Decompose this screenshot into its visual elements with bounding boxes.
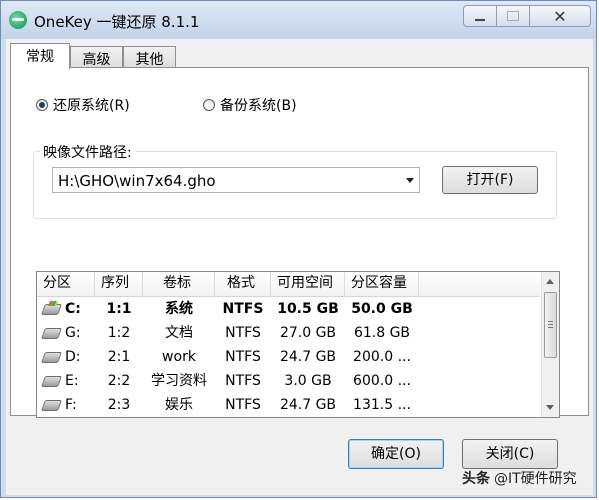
capacity-cell: 61.8 GB xyxy=(353,325,411,341)
grip-line xyxy=(548,327,553,328)
capacity-cell: 131.5 ... xyxy=(353,397,411,413)
partition-row[interactable]: G: 1:2 文档 NTFS 27.0 GB 61.8 GB xyxy=(37,321,540,345)
drive-icon xyxy=(40,375,63,387)
vertical-scrollbar[interactable] xyxy=(541,272,559,417)
col-header-partition[interactable]: 分区 xyxy=(37,272,95,296)
sequence-cell: 1:1 xyxy=(106,301,132,317)
sequence-cell: 2:2 xyxy=(107,373,131,389)
restore-system-radio[interactable]: 还原系统(R) xyxy=(36,95,130,115)
close-window-button[interactable]: ✕ xyxy=(529,5,591,27)
app-icon xyxy=(9,11,27,29)
grip-line xyxy=(548,324,553,325)
col-header-label[interactable]: 卷标 xyxy=(143,272,215,296)
col-header-free-space[interactable]: 可用空间 xyxy=(271,272,345,296)
partition-list-header: 分区 序列 卷标 格式 可用空间 分区容量 xyxy=(37,272,540,297)
maximize-button[interactable] xyxy=(496,5,530,27)
col-header-capacity[interactable]: 分区容量 xyxy=(345,272,419,296)
ok-button[interactable]: 确定(O) xyxy=(348,439,444,469)
minimize-button[interactable] xyxy=(463,5,497,27)
window-title: OneKey 一键还原 8.1.1 xyxy=(34,13,200,31)
backup-system-label: 备份系统(B) xyxy=(220,98,297,114)
format-cell: NTFS xyxy=(225,397,261,413)
image-path-combobox[interactable]: H:\GHO\win7x64.gho xyxy=(52,167,420,193)
scroll-up-arrow-icon[interactable] xyxy=(546,279,554,284)
format-cell: NTFS xyxy=(222,301,264,317)
partition-cell: E: xyxy=(37,369,95,393)
tab-general[interactable]: 常规 xyxy=(10,43,70,69)
format-cell: NTFS xyxy=(225,373,261,389)
format-cell: NTFS xyxy=(225,325,261,341)
partition-letter: E: xyxy=(65,373,79,389)
free-space-cell: 3.0 GB xyxy=(284,373,332,389)
close-icon: ✕ xyxy=(553,6,567,26)
format-cell: NTFS xyxy=(225,349,261,365)
general-tab-panel: 还原系统(R) 备份系统(B) 映像文件路径: H:\GHO\win7x64.g… xyxy=(10,67,589,418)
col-header-sequence[interactable]: 序列 xyxy=(95,272,143,296)
free-space-cell: 10.5 GB xyxy=(277,301,339,317)
dropdown-arrow-icon[interactable] xyxy=(406,178,414,183)
image-path-value: H:\GHO\win7x64.gho xyxy=(58,172,216,190)
capacity-cell: 200.0 ... xyxy=(353,349,411,365)
backup-system-radio[interactable]: 备份系统(B) xyxy=(203,95,297,115)
image-path-legend: 映像文件路径: xyxy=(40,142,135,162)
title-bar[interactable]: OneKey 一键还原 8.1.1 ✕ xyxy=(1,1,596,39)
col-header-format[interactable]: 格式 xyxy=(215,272,271,296)
partition-cell: C: xyxy=(37,297,95,321)
scrollbar-thumb[interactable] xyxy=(544,292,557,358)
maximize-icon xyxy=(507,11,519,21)
onekey-window: OneKey 一键还原 8.1.1 ✕ 常规 高级 其他 还原系统(R) 备份系… xyxy=(0,0,597,498)
radio-selected-icon xyxy=(36,99,48,111)
partition-row[interactable]: D: 2:1 work NTFS 24.7 GB 200.0 ... xyxy=(37,345,540,369)
drive-icon xyxy=(40,351,63,363)
capacity-cell: 600.0 ... xyxy=(353,373,411,389)
partition-cell: G: xyxy=(37,321,95,345)
partition-letter: G: xyxy=(65,325,81,341)
watermark: 头条 @IT硬件研究 xyxy=(462,468,577,488)
image-path-group: 映像文件路径: H:\GHO\win7x64.gho 打开(F) xyxy=(33,142,557,219)
free-space-cell: 24.7 GB xyxy=(279,349,337,365)
partition-letter: D: xyxy=(65,349,81,365)
open-file-button[interactable]: 打开(F) xyxy=(442,166,538,194)
partition-cell: F: xyxy=(37,393,95,417)
dialog-client-area: 常规 高级 其他 还原系统(R) 备份系统(B) 映像文件路径: H:\GHO\… xyxy=(6,39,593,495)
drive-icon xyxy=(40,327,63,339)
partition-row[interactable]: F: 2:3 娱乐 NTFS 24.7 GB 131.5 ... xyxy=(37,393,540,417)
partition-letter: C: xyxy=(65,301,81,317)
scroll-down-arrow-icon[interactable] xyxy=(546,405,554,410)
drive-icon xyxy=(40,399,63,411)
sequence-cell: 2:3 xyxy=(107,397,131,413)
grip-line xyxy=(548,321,553,322)
close-button[interactable]: 关闭(C) xyxy=(462,439,558,469)
tab-advanced[interactable]: 高级 xyxy=(70,46,123,68)
free-space-cell: 27.0 GB xyxy=(279,325,337,341)
label-cell: work xyxy=(162,349,196,365)
system-drive-icon xyxy=(40,303,63,315)
restore-system-label: 还原系统(R) xyxy=(53,98,130,114)
partition-list[interactable]: 分区 序列 卷标 格式 可用空间 分区容量 C: 1:1 系统 NTFS 10.… xyxy=(36,271,560,418)
label-cell: 文档 xyxy=(165,325,193,341)
tab-other[interactable]: 其他 xyxy=(123,46,176,68)
watermark-logo: 头条 xyxy=(462,471,490,487)
minimize-icon xyxy=(475,19,485,21)
partition-row[interactable]: C: 1:1 系统 NTFS 10.5 GB 50.0 GB xyxy=(37,297,540,321)
partition-letter: F: xyxy=(65,397,77,413)
sequence-cell: 2:1 xyxy=(107,349,131,365)
free-space-cell: 24.7 GB xyxy=(279,397,337,413)
label-cell: 系统 xyxy=(165,301,193,317)
capacity-cell: 50.0 GB xyxy=(351,301,413,317)
watermark-text: @IT硬件研究 xyxy=(494,471,577,487)
partition-cell: D: xyxy=(37,345,95,369)
label-cell: 娱乐 xyxy=(165,397,193,413)
partition-row[interactable]: E: 2:2 学习资料 NTFS 3.0 GB 600.0 ... xyxy=(37,369,540,393)
label-cell: 学习资料 xyxy=(151,373,207,389)
sequence-cell: 1:2 xyxy=(107,325,131,341)
radio-unselected-icon xyxy=(203,99,215,111)
